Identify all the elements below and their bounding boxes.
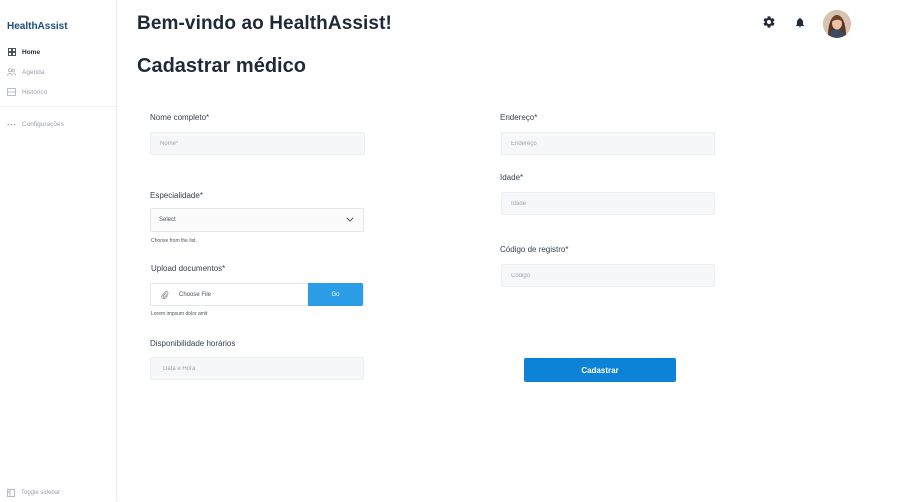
paperclip-icon	[151, 290, 179, 299]
cadastrar-button[interactable]: Cadastrar	[524, 358, 676, 382]
idade-input[interactable]	[501, 192, 715, 215]
sidebar-panel-icon	[7, 489, 15, 497]
idade-label: Idade*	[500, 173, 524, 182]
sidebar-item-agenda[interactable]: Agenda	[0, 62, 117, 82]
brand-logo[interactable]: HealthAssist	[7, 21, 68, 32]
sidebar-item-home[interactable]: Home	[0, 42, 117, 62]
sidebar-item-configuracoes[interactable]: Configurações	[0, 114, 117, 134]
endereco-input[interactable]	[501, 132, 715, 155]
codigo-input[interactable]	[501, 264, 715, 287]
especialidade-label: Especialidade*	[150, 191, 203, 200]
sidebar-item-label: Configurações	[22, 120, 64, 128]
codigo-label: Código de registro*	[500, 245, 569, 254]
upload-field: Choose File Go	[150, 283, 364, 306]
sidebar-divider	[0, 106, 117, 107]
nome-label: Nome completo*	[150, 113, 210, 122]
page-title: Cadastrar médico	[137, 55, 306, 77]
more-horizontal-icon	[7, 120, 16, 129]
sidebar-settings-group: Configurações	[0, 114, 117, 134]
user-avatar[interactable]	[823, 10, 851, 38]
welcome-heading: Bem-vindo ao HealthAssist!	[137, 13, 392, 34]
upload-hint: Lorem impsum dolor amit	[151, 311, 208, 317]
sidebar-item-label: Histórico	[22, 88, 48, 96]
users-icon	[7, 68, 16, 77]
especialidade-select[interactable]: Select	[150, 208, 364, 232]
toggle-sidebar-button[interactable]: Toggle sidebar	[7, 489, 60, 497]
sidebar-item-label: Home	[22, 48, 41, 56]
nome-input[interactable]	[150, 132, 365, 155]
chevron-down-icon	[346, 216, 354, 224]
especialidade-select-value: Select	[159, 217, 176, 223]
endereco-label: Endereço*	[500, 113, 538, 122]
go-button[interactable]: Go	[308, 283, 363, 306]
sidebar: HealthAssist Home Agenda Histórico Confi…	[0, 0, 117, 502]
sidebar-nav: Home Agenda Histórico	[0, 42, 117, 102]
bell-icon[interactable]	[793, 15, 807, 29]
especialidade-hint: Choose from the list.	[151, 238, 197, 244]
history-icon	[7, 88, 16, 97]
upload-label: Upload documentos*	[151, 264, 226, 273]
toggle-sidebar-label: Toggle sidebar	[21, 490, 61, 496]
choose-file-button[interactable]: Choose File	[179, 292, 308, 298]
grid-icon	[7, 48, 16, 57]
app-root: HealthAssist Home Agenda Histórico Confi…	[0, 0, 902, 502]
disponibilidade-label: Disponibilidade horários	[150, 339, 236, 348]
gear-icon[interactable]	[762, 15, 776, 29]
sidebar-item-historico[interactable]: Histórico	[0, 82, 117, 102]
sidebar-item-label: Agenda	[22, 68, 45, 76]
disponibilidade-input[interactable]	[150, 357, 364, 380]
